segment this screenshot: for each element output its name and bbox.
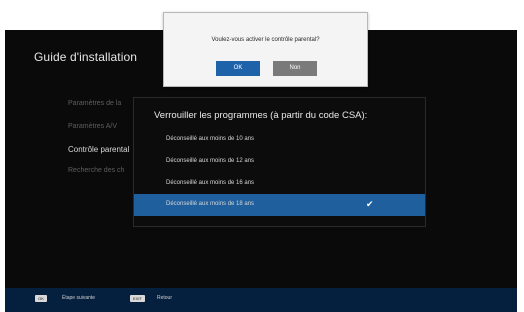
menu-item-controle-parental[interactable]: Contrôle parental bbox=[68, 145, 129, 154]
exit-key-badge: EXIT bbox=[130, 295, 145, 302]
lock-panel-title: Verrouiller les programmes (à partir du … bbox=[154, 110, 368, 121]
back-hint: Retour bbox=[157, 295, 173, 301]
rating-option-label: Déconseillé aux moins de 18 ans bbox=[166, 201, 255, 207]
page-title: Guide d'installation bbox=[34, 50, 138, 64]
rating-option-label: Déconseillé aux moins de 12 ans bbox=[166, 158, 255, 164]
rating-option-16[interactable]: Déconseillé aux moins de 16 ans bbox=[134, 173, 425, 195]
ok-key-badge: OK bbox=[35, 295, 47, 302]
menu-item-recherche-chaines[interactable]: Recherche des ch bbox=[68, 167, 124, 174]
footer-bar: OK Étape suivante EXIT Retour bbox=[5, 288, 517, 312]
no-button[interactable]: Non bbox=[273, 61, 317, 76]
rating-option-label: Déconseillé aux moins de 10 ans bbox=[166, 136, 255, 142]
checkmark-icon: ✔ bbox=[366, 199, 374, 209]
rating-option-label: Déconseillé aux moins de 16 ans bbox=[166, 180, 255, 186]
next-step-hint: Étape suivante bbox=[62, 295, 96, 301]
menu-item-parametres-av[interactable]: Paramètres A/V bbox=[68, 123, 117, 130]
menu-item-parametres-langue[interactable]: Paramètres de la bbox=[68, 100, 121, 107]
rating-option-18-selected[interactable]: Déconseillé aux moins de 18 ans ✔ bbox=[134, 194, 425, 216]
rating-option-12[interactable]: Déconseillé aux moins de 12 ans bbox=[134, 151, 425, 173]
rating-option-10[interactable]: Déconseillé aux moins de 10 ans bbox=[134, 129, 425, 151]
dialog-message: Voulez-vous activer le contrôle parental… bbox=[211, 37, 320, 43]
ok-button[interactable]: OK bbox=[216, 61, 260, 76]
parental-control-dialog: Voulez-vous activer le contrôle parental… bbox=[163, 12, 368, 87]
lock-programs-panel: Verrouiller les programmes (à partir du … bbox=[133, 97, 426, 227]
